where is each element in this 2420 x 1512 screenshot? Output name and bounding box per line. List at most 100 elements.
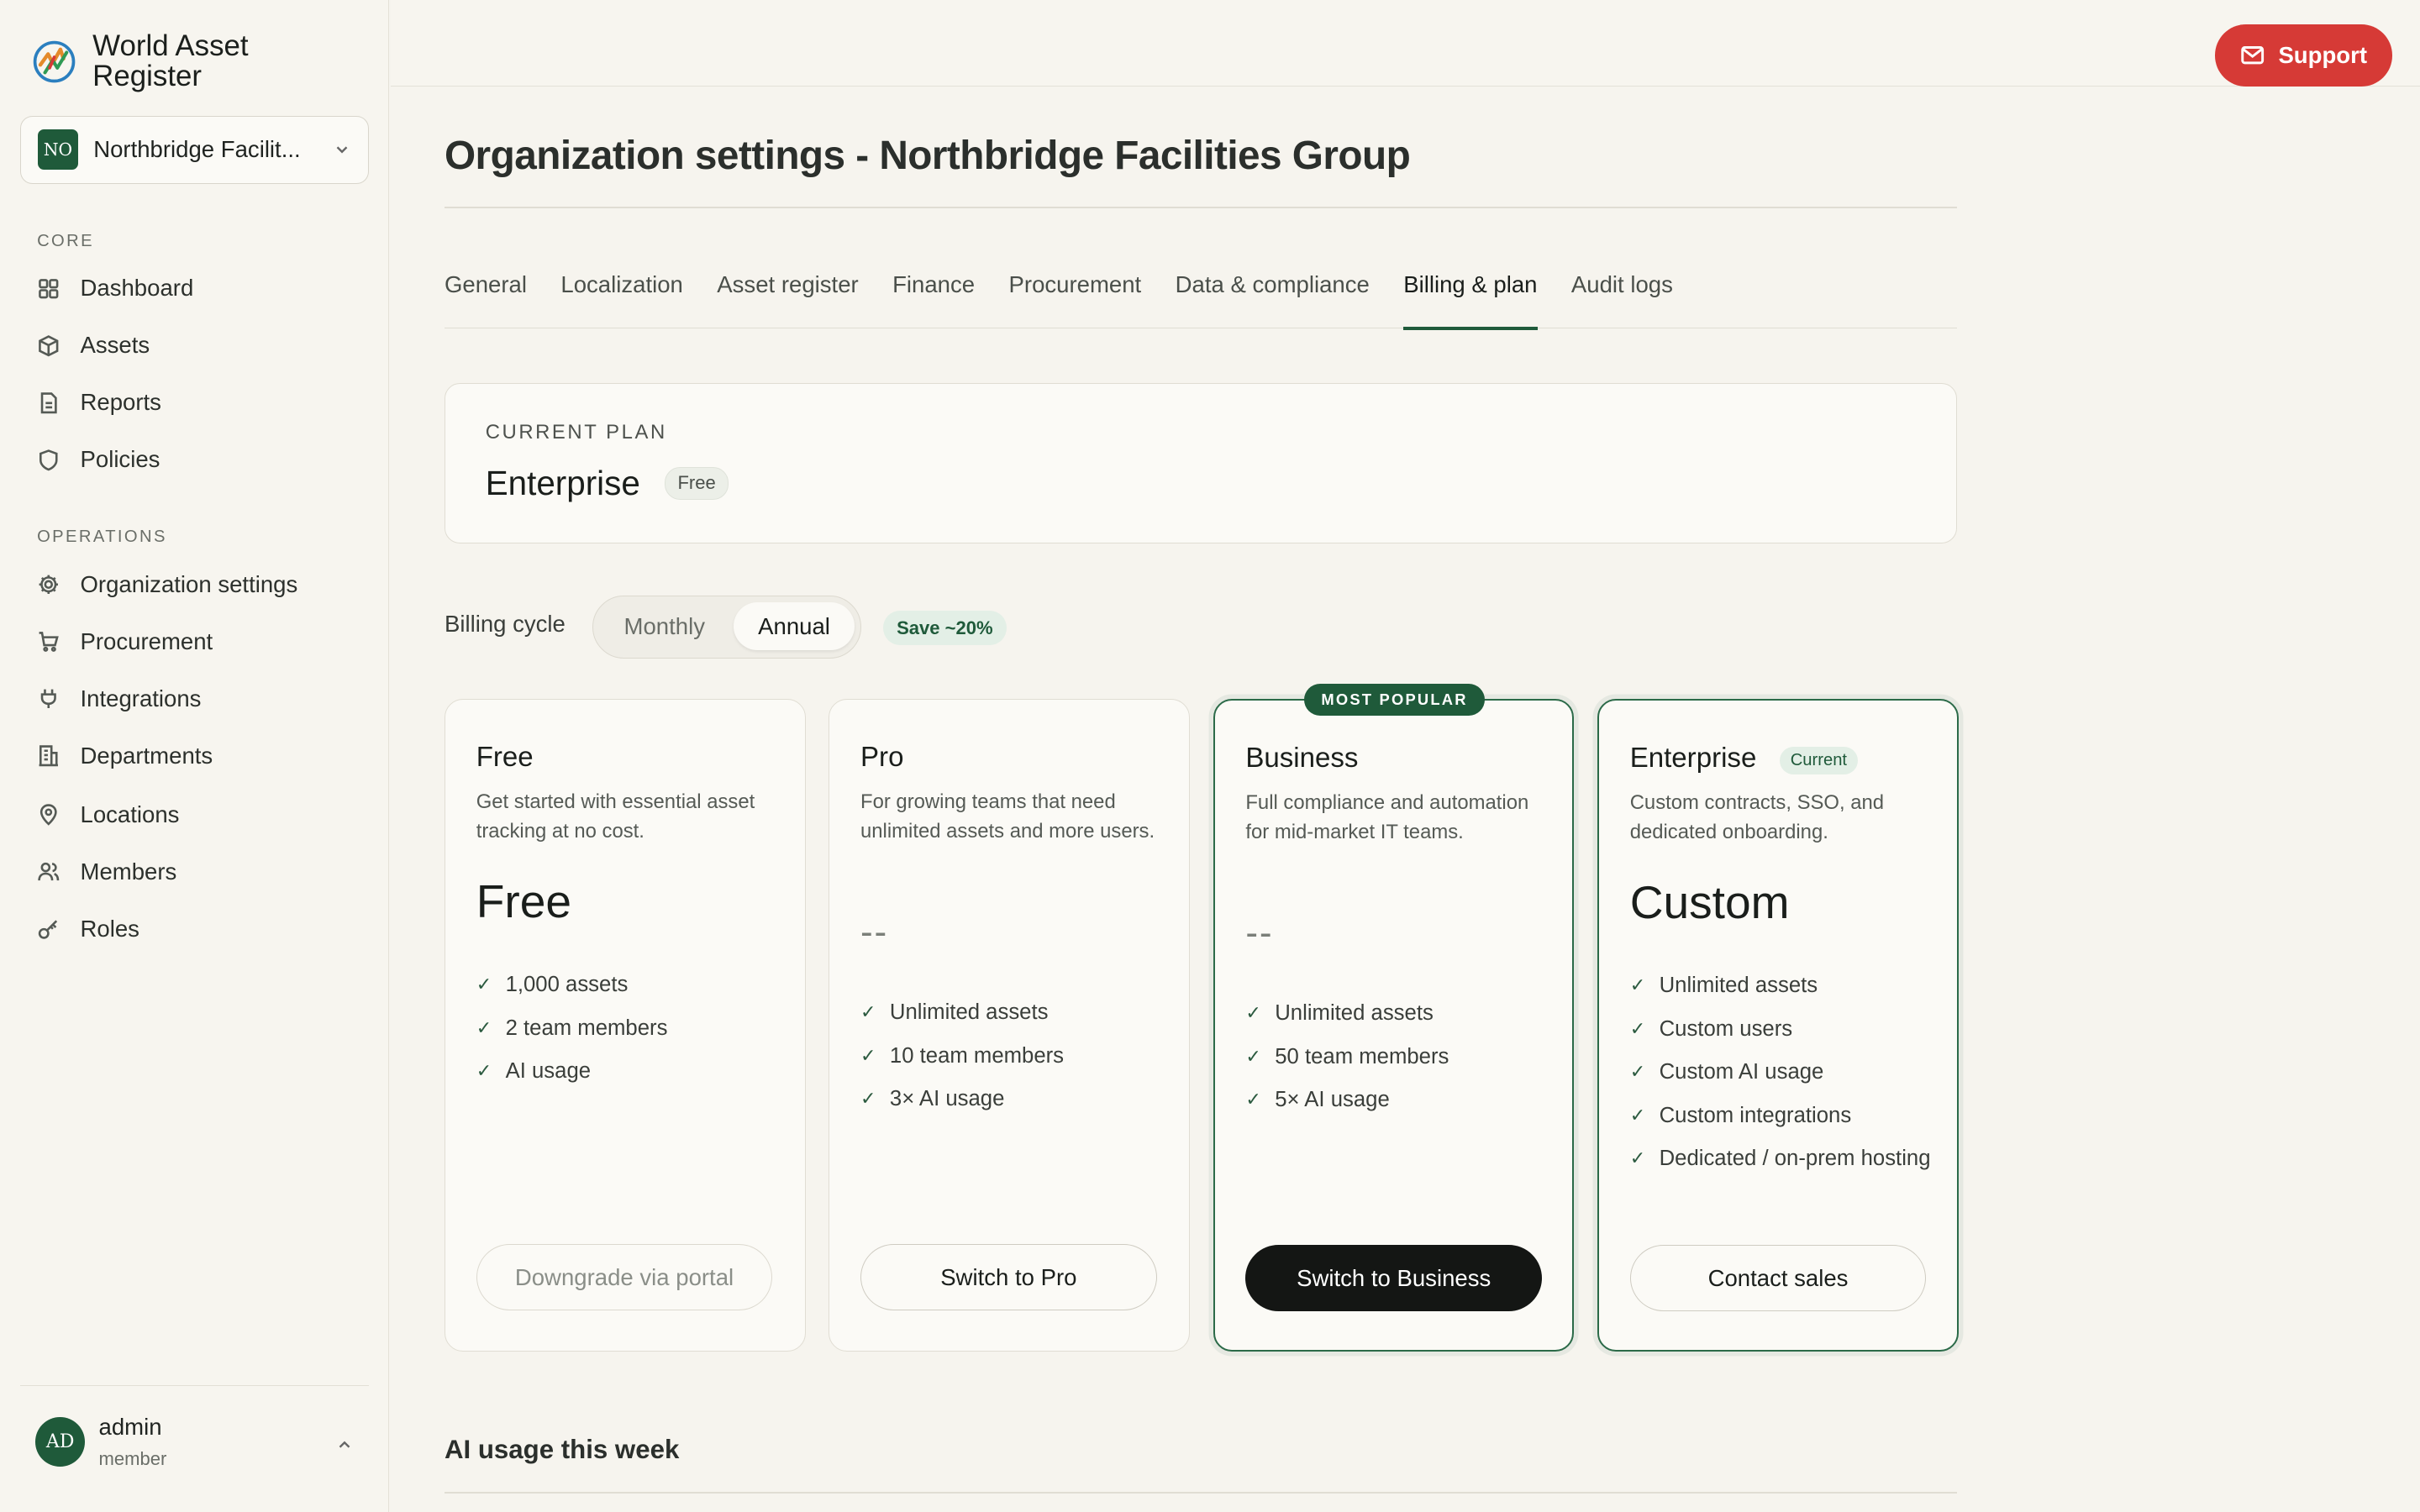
list-item: ✓ Custom integrations bbox=[1630, 1100, 1939, 1131]
sidebar-item-label: Locations bbox=[80, 801, 180, 827]
user-role: member bbox=[98, 1447, 167, 1469]
user-name: admin bbox=[98, 1414, 162, 1441]
list-item: ✓ 5× AI usage bbox=[1245, 1084, 1554, 1116]
support-label: Support bbox=[2278, 42, 2368, 69]
switch-to-business-button[interactable]: Switch to Business bbox=[1245, 1245, 1542, 1312]
check-icon: ✓ bbox=[1629, 1017, 1646, 1039]
plan-card-enterprise: Enterprise Current Custom contracts, SSO… bbox=[1597, 699, 1959, 1352]
plan-features: ✓ Unlimited assets ✓ Custom users ✓ Custom … bbox=[1630, 970, 1939, 1186]
sidebar-item-label: Departments bbox=[80, 742, 213, 769]
plan-price: Free bbox=[476, 874, 571, 927]
billing-monthly-option[interactable]: Monthly bbox=[601, 602, 728, 650]
check-icon: ✓ bbox=[860, 1001, 876, 1023]
sidebar-item-label: Policies bbox=[80, 446, 160, 473]
check-icon: ✓ bbox=[476, 974, 492, 995]
ai-usage-title: AI usage this week bbox=[444, 1435, 680, 1465]
contact-sales-button[interactable]: Contact sales bbox=[1629, 1245, 1927, 1312]
tab-localization[interactable]: Localization bbox=[560, 271, 682, 328]
plan-name: Enterprise bbox=[1629, 742, 1757, 774]
plan-price: Custom bbox=[1629, 875, 1790, 928]
tab-billing-plan[interactable]: Billing & plan bbox=[1403, 271, 1538, 331]
tab-general[interactable]: General bbox=[445, 271, 527, 328]
sidebar-item-reports[interactable]: Reports bbox=[37, 384, 161, 421]
divider bbox=[444, 207, 1957, 208]
plan-card-free: Free Get started with essential asset tr… bbox=[444, 699, 806, 1352]
sidebar-item-label: Members bbox=[80, 858, 177, 885]
org-switcher[interactable]: NO Northbridge Facilit... bbox=[19, 115, 369, 184]
billing-cycle-label: Billing cycle bbox=[444, 611, 566, 638]
sidebar-item-departments[interactable]: Departments bbox=[37, 738, 213, 774]
list-item: ✓ AI usage bbox=[476, 1056, 785, 1087]
check-icon: ✓ bbox=[1629, 1104, 1646, 1126]
section-label-operations: OPERATIONS bbox=[37, 528, 167, 547]
check-icon: ✓ bbox=[476, 1016, 492, 1038]
plan-price: -- bbox=[860, 911, 889, 953]
billing-annual-option[interactable]: Annual bbox=[734, 602, 855, 651]
sidebar-item-dashboard[interactable]: Dashboard bbox=[37, 270, 193, 307]
sidebar-item-locations[interactable]: Locations bbox=[37, 796, 179, 833]
tab-finance[interactable]: Finance bbox=[892, 271, 975, 328]
sidebar: World Asset Register NO Northbridge Faci… bbox=[0, 0, 389, 1512]
app-name: World Asset Register bbox=[92, 29, 249, 93]
check-icon: ✓ bbox=[1245, 1089, 1261, 1110]
plan-card-pro: Pro For growing teams that need unlimite… bbox=[829, 699, 1191, 1352]
avatar: AD bbox=[35, 1417, 85, 1467]
sidebar-item-integrations[interactable]: Integrations bbox=[37, 680, 201, 717]
page-title: Organization settings - Northbridge Faci… bbox=[444, 133, 1411, 178]
plan-features: ✓ 1,000 assets ✓ 2 team members ✓ AI usage bbox=[476, 969, 785, 1099]
chevron-up-icon bbox=[339, 1441, 350, 1448]
brand[interactable]: World Asset Register bbox=[31, 29, 324, 93]
tab-audit-logs[interactable]: Audit logs bbox=[1571, 271, 1673, 328]
sidebar-item-assets[interactable]: Assets bbox=[37, 327, 150, 364]
switch-to-pro-button[interactable]: Switch to Pro bbox=[860, 1244, 1157, 1311]
building-icon bbox=[39, 745, 59, 767]
list-item: ✓ Dedicated / on-prem hosting bbox=[1630, 1143, 1939, 1174]
users-icon bbox=[38, 862, 60, 881]
org-badge: NO bbox=[38, 129, 78, 171]
downgrade-button[interactable]: Downgrade via portal bbox=[476, 1244, 773, 1311]
sidebar-item-procurement[interactable]: Procurement bbox=[37, 623, 213, 660]
sidebar-item-label: Dashboard bbox=[80, 275, 194, 302]
section-label-core: CORE bbox=[37, 231, 94, 250]
document-icon bbox=[40, 391, 57, 413]
plan-description: Custom contracts, SSO, and dedicated onb… bbox=[1629, 790, 1885, 843]
list-item: ✓ Unlimited assets bbox=[1245, 998, 1554, 1029]
current-plan-panel: CURRENT PLAN Enterprise Free bbox=[444, 382, 1957, 543]
list-item: ✓ 3× AI usage bbox=[860, 1084, 1169, 1115]
most-popular-badge: MOST POPULAR bbox=[1304, 683, 1485, 717]
current-plan-label: CURRENT PLAN bbox=[485, 420, 667, 444]
sidebar-item-members[interactable]: Members bbox=[37, 853, 176, 890]
user-menu[interactable]: AD admin member bbox=[19, 1385, 369, 1512]
check-icon: ✓ bbox=[860, 1088, 876, 1110]
sidebar-item-label: Assets bbox=[80, 332, 150, 359]
shield-icon bbox=[39, 449, 58, 470]
tab-asset-register[interactable]: Asset register bbox=[717, 271, 858, 328]
plan-description: Full compliance and automation for mid-m… bbox=[1245, 790, 1529, 843]
plan-price: -- bbox=[1245, 911, 1274, 953]
plan-name: Free bbox=[476, 741, 534, 773]
org-name: Northbridge Facilit... bbox=[93, 136, 301, 163]
plan-description: Get started with essential asset trackin… bbox=[476, 790, 755, 843]
check-icon: ✓ bbox=[1629, 1147, 1646, 1169]
sidebar-item-policies[interactable]: Policies bbox=[37, 441, 160, 478]
check-icon: ✓ bbox=[1629, 1061, 1646, 1083]
sidebar-item-label: Integrations bbox=[80, 685, 202, 712]
check-icon: ✓ bbox=[1245, 1002, 1261, 1024]
sidebar-item-organization-settings[interactable]: Organization settings bbox=[37, 566, 297, 603]
world-logo-icon bbox=[33, 40, 76, 83]
current-plan-badge: Free bbox=[664, 466, 729, 500]
divider bbox=[444, 1492, 1957, 1494]
current-plan-name: Enterprise bbox=[485, 464, 640, 502]
map-pin-icon bbox=[39, 804, 57, 826]
tab-data-compliance[interactable]: Data & compliance bbox=[1176, 271, 1370, 328]
list-item: ✓ 1,000 assets bbox=[476, 969, 785, 1000]
support-button[interactable]: Support bbox=[2214, 24, 2392, 87]
sidebar-item-roles[interactable]: Roles bbox=[37, 911, 139, 948]
sidebar-item-label: Reports bbox=[80, 389, 161, 416]
sidebar-item-label: Organization settings bbox=[80, 571, 298, 598]
tab-procurement[interactable]: Procurement bbox=[1009, 271, 1142, 328]
top-bar: Support bbox=[390, 0, 2420, 87]
list-item: ✓ 50 team members bbox=[1245, 1042, 1554, 1073]
cart-icon bbox=[39, 632, 59, 653]
list-item: ✓ Custom AI usage bbox=[1630, 1057, 1939, 1088]
